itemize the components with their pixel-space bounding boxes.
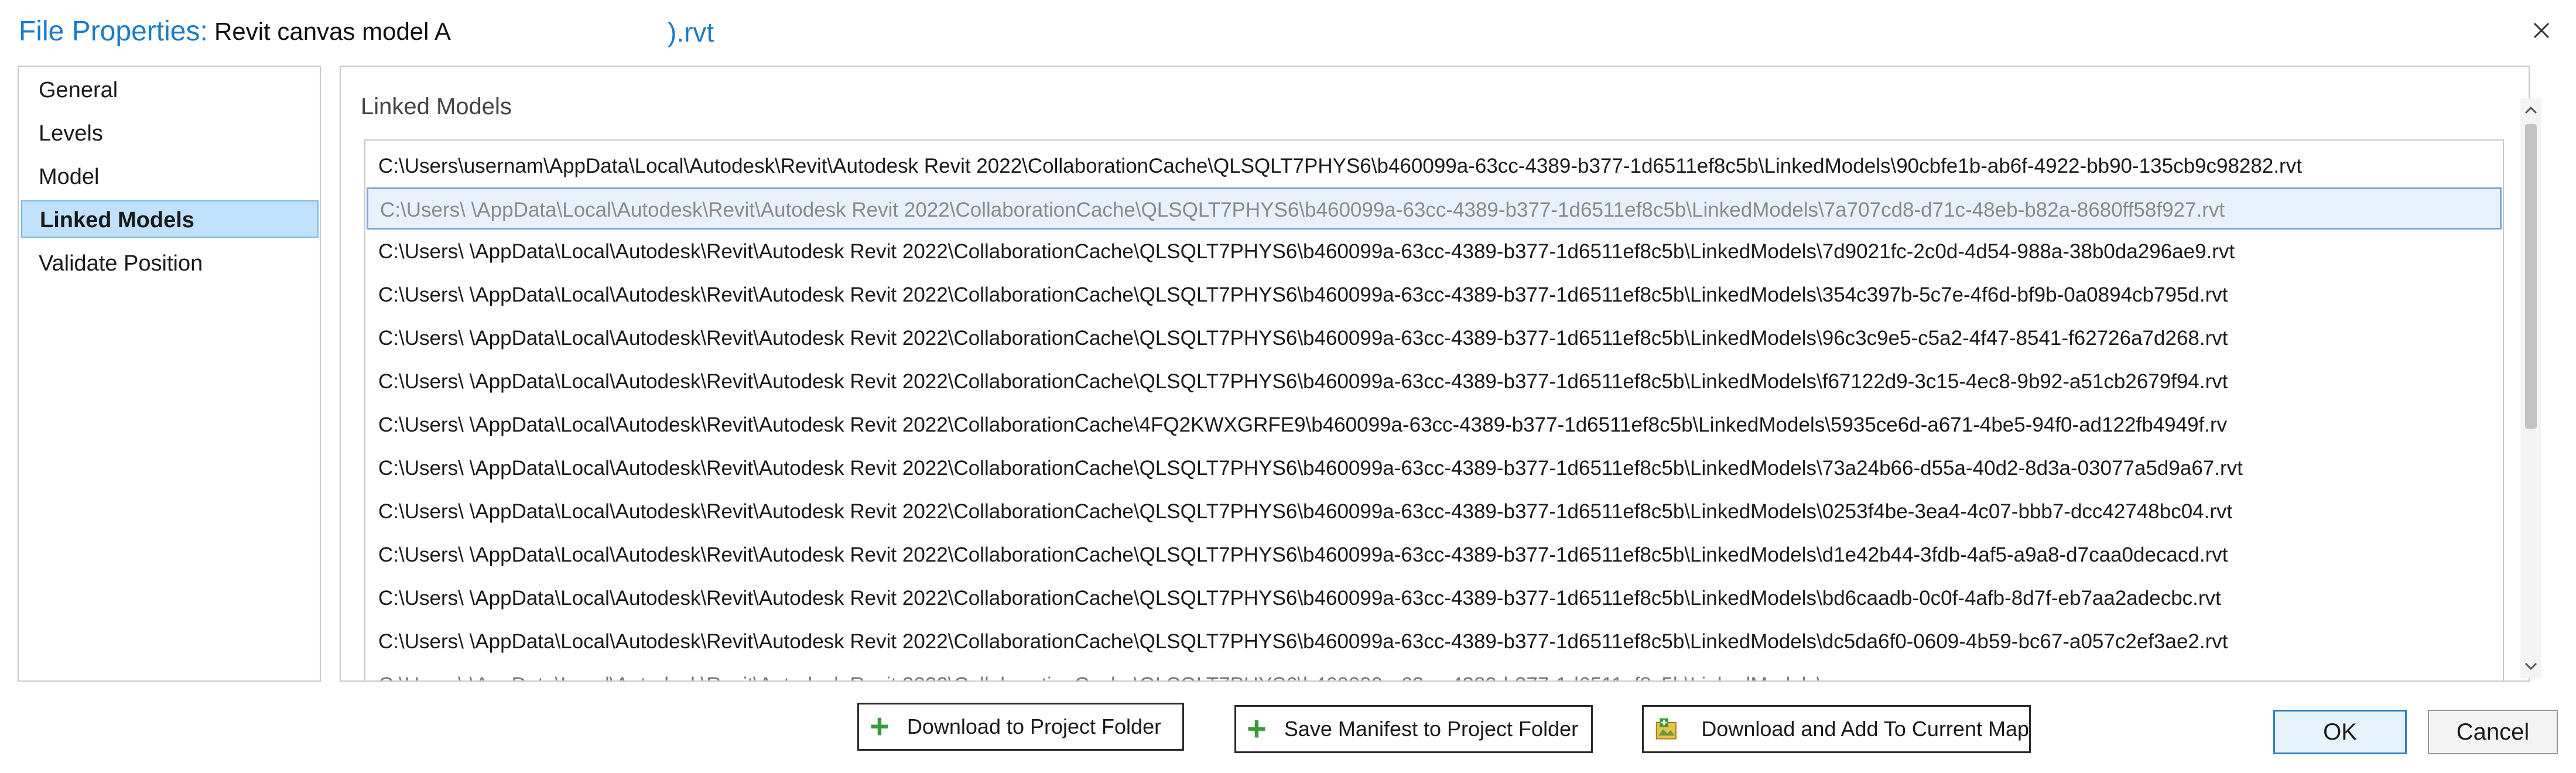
close-button[interactable] [2529,18,2554,43]
sidebar-item-general[interactable]: General [21,71,319,109]
download-to-project-button[interactable]: + Download to Project Folder [857,703,1184,751]
add-to-map-icon [1655,718,1677,740]
plus-icon: + [1247,710,1267,748]
sidebar-item-levels[interactable]: Levels [21,115,319,152]
vertical-scrollbar[interactable] [2520,98,2541,678]
model-name: Revit canvas model A [214,18,451,45]
download-to-project-label: Download to Project Folder [906,714,1162,738]
sidebar-item-validate-position[interactable]: Validate Position [21,245,319,282]
title-extension: ).rvt [668,17,714,47]
linked-models-panel: Linked Models C:\Users\usernam\AppData\L… [340,66,2530,682]
chevron-down-icon [2524,662,2537,671]
list-item[interactable]: C:\Users\ \AppData\Local\Autodesk\Revit\… [367,231,2502,273]
sidebar-item-linked-models[interactable]: Linked Models [21,200,319,238]
save-manifest-button[interactable]: + Save Manifest to Project Folder [1234,705,1593,753]
list-item[interactable]: C:\Users\ \AppData\Local\Autodesk\Revit\… [367,187,2502,230]
list-item[interactable]: C:\Users\usernam\AppData\Local\Autodesk\… [367,145,2502,187]
scroll-thumb[interactable] [2525,124,2537,429]
download-add-map-label: Download and Add To Current Map [1701,717,2029,741]
list-item[interactable]: C:\Users\ \AppData\Local\Autodesk\Revit\… [367,621,2502,663]
list-item[interactable]: C:\Users\ \AppData\Local\Autodesk\Revit\… [367,534,2502,576]
list-item[interactable]: C:\Users\ \AppData\Local\Autodesk\Revit\… [367,361,2502,403]
section-title: Linked Models [361,94,512,119]
sidebar-nav: General Levels Model Linked Models Valid… [18,66,321,682]
scroll-up-button[interactable] [2520,98,2541,122]
scroll-down-button[interactable] [2520,655,2541,678]
download-add-map-button[interactable]: Download and Add To Current Map [1642,705,2031,753]
list-item[interactable]: C:\Users\ \AppData\Local\Autodesk\Revit\… [367,491,2502,533]
list-item[interactable]: C:\Users\ \AppData\Local\Autodesk\Revit\… [367,404,2502,446]
cancel-button[interactable]: Cancel [2428,710,2558,754]
list-item[interactable]: C:\Users\ \AppData\Local\Autodesk\Revit\… [367,274,2502,316]
sidebar-item-model[interactable]: Model [21,158,319,196]
list-item[interactable]: C:\Users\ \AppData\Local\Autodesk\Revit\… [367,317,2502,360]
linked-models-list: C:\Users\usernam\AppData\Local\Autodesk\… [364,139,2504,680]
window-title: File Properties: [19,16,208,47]
plus-icon: + [870,707,890,745]
close-icon [2533,22,2550,39]
list-item[interactable]: C:\Users\ \AppData\Local\Autodesk\Revit\… [367,447,2502,490]
list-item[interactable]: C:\Users\ \AppData\Local\Autodesk\Revit\… [367,664,2502,680]
title-bar: File Properties: Revit canvas model A ).… [0,0,2576,66]
list-item[interactable]: C:\Users\ \AppData\Local\Autodesk\Revit\… [367,577,2502,620]
ok-button[interactable]: OK [2273,710,2407,754]
save-manifest-label: Save Manifest to Project Folder [1284,717,1579,741]
chevron-up-icon [2524,106,2537,114]
